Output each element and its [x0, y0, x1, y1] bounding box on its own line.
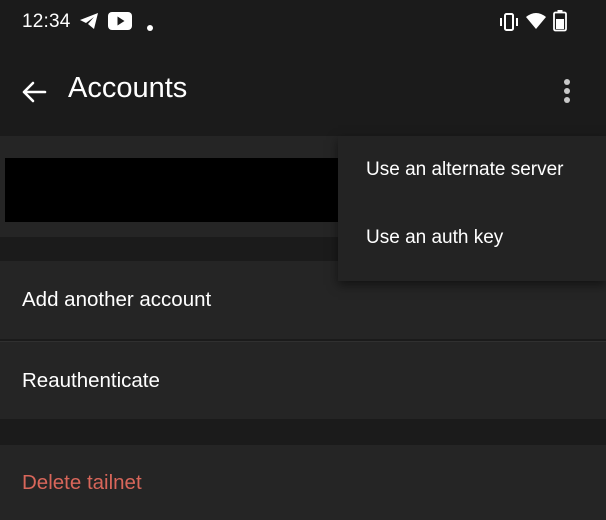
menu-item-alternate-server[interactable]: Use an alternate server — [366, 159, 564, 181]
youtube-icon — [108, 12, 132, 35]
add-account-label: Add another account — [22, 288, 212, 311]
reauthenticate-label: Reauthenticate — [22, 368, 160, 392]
menu-item-auth-key[interactable]: Use an auth key — [366, 227, 503, 249]
page-title: Accounts — [68, 72, 188, 104]
wifi-icon — [525, 12, 547, 35]
status-time: 12:34 — [22, 11, 71, 32]
telegram-icon — [79, 12, 99, 35]
delete-tailnet-label: Delete tailnet — [22, 470, 142, 494]
delete-tailnet-button[interactable]: Delete tailnet — [0, 445, 606, 520]
status-bar: 12:34 — [0, 0, 606, 44]
arrow-left-icon — [22, 81, 47, 103]
app-bar: Accounts — [0, 44, 606, 136]
vibrate-icon — [498, 12, 520, 37]
overflow-menu-button[interactable] — [550, 72, 584, 112]
notification-dot-icon — [147, 18, 153, 36]
overflow-menu: Use an alternate server Use an auth key — [338, 136, 606, 281]
battery-icon — [553, 10, 567, 37]
back-button[interactable] — [14, 72, 54, 112]
more-vert-icon — [564, 79, 570, 103]
reauthenticate-button[interactable]: Reauthenticate — [0, 341, 606, 419]
account-redacted-block — [5, 158, 351, 222]
